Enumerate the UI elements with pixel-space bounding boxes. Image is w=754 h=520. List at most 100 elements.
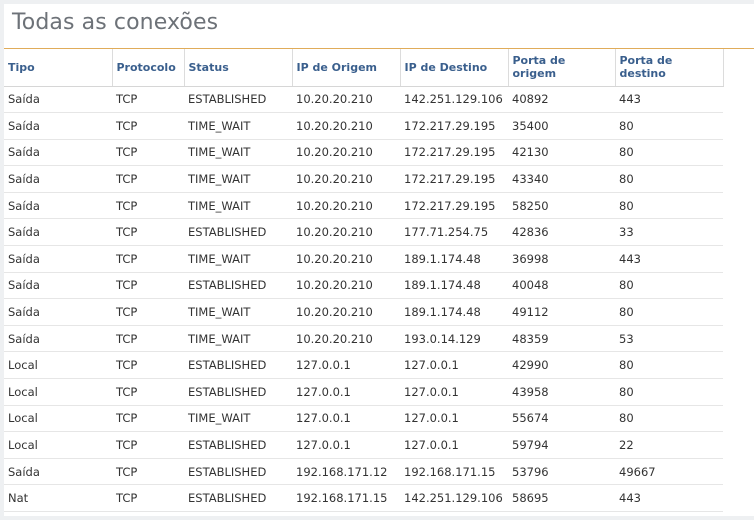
page-title: Todas as conexões	[12, 10, 219, 35]
cell-porta-destino: 22	[615, 431, 723, 459]
cell-tipo: Saída	[4, 139, 112, 167]
cell-status: TIME_WAIT	[184, 325, 292, 353]
cell-status: ESTABLISHED	[184, 86, 292, 114]
header-status[interactable]: Status	[184, 49, 293, 87]
cell-ip-destino: 127.0.0.1	[400, 378, 508, 406]
cell-tipo: Local	[4, 351, 112, 380]
table-row: Saída TCP ESTABLISHED 10.20.20.210 142.251.1…	[4, 86, 723, 114]
cell-ip-origem: 10.20.20.210	[292, 245, 400, 273]
cell-ip-destino: 172.217.29.195	[400, 192, 508, 220]
cell-porta-origem: 55674	[508, 405, 615, 433]
table-row: Saída TCP TIME_WAIT 10.20.20.210 172.217.29.…	[4, 139, 723, 167]
cell-protocolo: TCP	[112, 165, 184, 193]
table-row: Saída TCP ESTABLISHED 192.168.171.12 192.168…	[4, 458, 723, 486]
connections-panel: Todas as conexões Tipo Protocolo Status IP …	[4, 4, 754, 516]
table-header: Tipo Protocolo Status IP de Origem IP de Des…	[4, 49, 724, 87]
cell-ip-destino: 127.0.0.1	[400, 431, 508, 459]
cell-protocolo: TCP	[112, 351, 184, 380]
cell-porta-origem: 48359	[508, 325, 615, 353]
cell-ip-origem: 10.20.20.210	[292, 86, 400, 114]
cell-porta-origem: 43340	[508, 165, 615, 193]
cell-ip-origem: 10.20.20.210	[292, 139, 400, 167]
cell-status: ESTABLISHED	[184, 431, 292, 459]
cell-ip-origem: 10.20.20.210	[292, 192, 400, 220]
header-label: Porta de	[619, 54, 673, 68]
header-ip-destino[interactable]: IP de Destino	[400, 49, 509, 87]
cell-porta-destino: 80	[615, 139, 723, 167]
cell-tipo: Saída	[4, 298, 112, 326]
table-row: Local TCP ESTABLISHED 127.0.0.1 127.0.0.1 597…	[4, 431, 723, 459]
cell-ip-destino: 142.251.129.106	[400, 484, 508, 512]
cell-status: TIME_WAIT	[184, 405, 292, 433]
table-row: Saída TCP TIME_WAIT 10.20.20.210 193.0.14.12…	[4, 325, 723, 353]
cell-porta-destino: 80	[615, 192, 723, 220]
cell-tipo: Saída	[4, 165, 112, 193]
cell-porta-destino: 80	[615, 112, 723, 140]
cell-tipo: Saída	[4, 245, 112, 273]
connections-table: Tipo Protocolo Status IP de Origem IP de Des…	[4, 49, 724, 512]
cell-protocolo: TCP	[112, 86, 184, 114]
cell-protocolo: TCP	[112, 298, 184, 326]
cell-status: ESTABLISHED	[184, 218, 292, 247]
cell-protocolo: TCP	[112, 484, 184, 512]
cell-ip-origem: 10.20.20.210	[292, 272, 400, 300]
header-label: Tipo	[8, 60, 35, 74]
cell-ip-origem: 127.0.0.1	[292, 431, 400, 459]
cell-ip-destino: 189.1.174.48	[400, 298, 508, 326]
cell-porta-destino: 80	[615, 298, 723, 326]
header-porta-destino[interactable]: Porta de destino	[615, 49, 724, 87]
header-tipo[interactable]: Tipo	[4, 49, 113, 87]
header-label: Porta de	[512, 54, 566, 68]
table-row: Saída TCP ESTABLISHED 10.20.20.210 177.71.25…	[4, 218, 723, 247]
cell-porta-origem: 42836	[508, 218, 615, 247]
cell-ip-origem: 10.20.20.210	[292, 165, 400, 193]
cell-protocolo: TCP	[112, 405, 184, 433]
cell-porta-origem: 53796	[508, 458, 615, 486]
cell-protocolo: TCP	[112, 139, 184, 167]
cell-porta-origem: 58695	[508, 484, 615, 512]
cell-ip-origem: 10.20.20.210	[292, 298, 400, 326]
cell-status: TIME_WAIT	[184, 245, 292, 273]
cell-tipo: Saída	[4, 218, 112, 247]
cell-status: ESTABLISHED	[184, 351, 292, 380]
cell-porta-origem: 43958	[508, 378, 615, 406]
header-label-line2: destino	[619, 67, 666, 81]
cell-porta-destino: 33	[615, 218, 723, 247]
cell-porta-origem: 49112	[508, 298, 615, 326]
cell-porta-origem: 35400	[508, 112, 615, 140]
header-label: Protocolo	[116, 60, 176, 74]
cell-protocolo: TCP	[112, 192, 184, 220]
cell-tipo: Saída	[4, 86, 112, 114]
cell-tipo: Saída	[4, 272, 112, 300]
cell-ip-destino: 189.1.174.48	[400, 272, 508, 300]
cell-status: ESTABLISHED	[184, 378, 292, 406]
cell-porta-origem: 40048	[508, 272, 615, 300]
cell-ip-destino: 192.168.171.15	[400, 458, 508, 486]
cell-porta-origem: 42130	[508, 139, 615, 167]
header-label: IP de Destino	[404, 60, 488, 74]
cell-status: ESTABLISHED	[184, 484, 292, 512]
header-protocolo[interactable]: Protocolo	[112, 49, 185, 87]
title-bar: Todas as conexões	[4, 4, 754, 49]
cell-protocolo: TCP	[112, 218, 184, 247]
cell-tipo: Local	[4, 431, 112, 459]
cell-protocolo: TCP	[112, 325, 184, 353]
cell-tipo: Nat	[4, 484, 112, 512]
table-row: Saída TCP TIME_WAIT 10.20.20.210 189.1.174.4…	[4, 298, 723, 326]
table-row: Local TCP ESTABLISHED 127.0.0.1 127.0.0.1 429…	[4, 351, 723, 380]
cell-porta-destino: 443	[615, 245, 723, 273]
cell-protocolo: TCP	[112, 378, 184, 406]
header-ip-origem[interactable]: IP de Origem	[292, 49, 401, 87]
cell-ip-origem: 192.168.171.12	[292, 458, 400, 486]
cell-ip-destino: 193.0.14.129	[400, 325, 508, 353]
header-label: IP de Origem	[296, 60, 378, 74]
table-row: Saída TCP TIME_WAIT 10.20.20.210 172.217.29.…	[4, 112, 723, 140]
cell-tipo: Saída	[4, 112, 112, 140]
cell-protocolo: TCP	[112, 431, 184, 459]
cell-status: TIME_WAIT	[184, 112, 292, 140]
header-porta-origem[interactable]: Porta de origem	[508, 49, 616, 87]
cell-status: TIME_WAIT	[184, 165, 292, 193]
cell-tipo: Saída	[4, 458, 112, 486]
table-row: Saída TCP TIME_WAIT 10.20.20.210 172.217.29.…	[4, 165, 723, 193]
table-row: Saída TCP TIME_WAIT 10.20.20.210 189.1.174.4…	[4, 245, 723, 273]
